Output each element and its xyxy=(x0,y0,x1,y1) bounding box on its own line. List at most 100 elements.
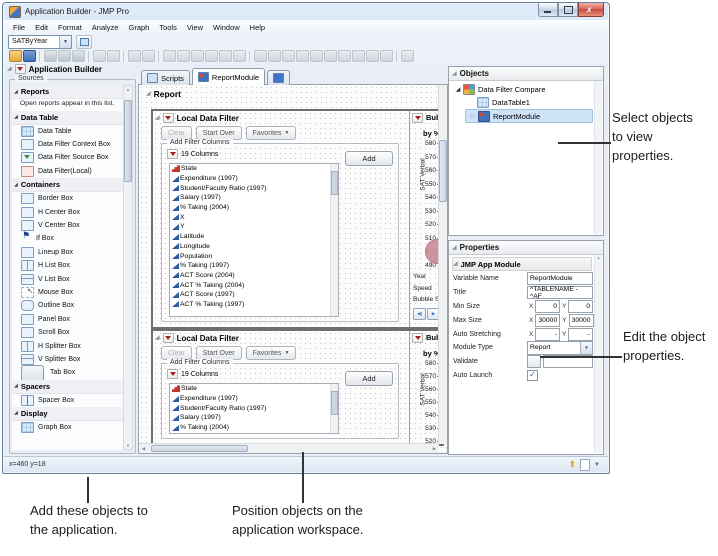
sidebar-item-tab-box[interactable]: Tab Box xyxy=(12,366,124,379)
start-over-button[interactable]: Start Over xyxy=(196,346,242,360)
delete-icon[interactable] xyxy=(380,50,393,62)
column-item-student-faculty-ratio-1997[interactable]: Student/Faculty Ratio (1997) xyxy=(170,403,338,413)
min-size-x-input[interactable]: 0 xyxy=(535,300,560,313)
favorites-button[interactable]: Favorites▼ xyxy=(246,126,297,140)
collapse-triangle-icon[interactable]: ◢ xyxy=(155,335,160,341)
column-item-student-faculty-ratio-1997[interactable]: Student/Faculty Ratio (1997) xyxy=(170,183,338,193)
sidebar-item-v-list-box[interactable]: V List Box xyxy=(12,272,124,285)
add-button[interactable]: Add xyxy=(345,151,393,166)
auto-launch-checkbox[interactable]: ✓ xyxy=(527,370,538,381)
column-item-taking-1997[interactable]: % Taking (1997) xyxy=(170,261,338,271)
menu-analyze[interactable]: Analyze xyxy=(87,23,124,32)
sidebar-item-outline-box[interactable]: Outline Box xyxy=(12,299,124,312)
report-preview-1[interactable]: ◢Local Data Filter Clear Start Over Favorit… xyxy=(151,109,444,329)
sidebar-item-panel-box[interactable]: Panel Box xyxy=(12,313,124,326)
sidebar-item-data-filter-source-box[interactable]: Data Filter Source Box xyxy=(12,151,124,164)
align-right-icon[interactable] xyxy=(191,50,204,62)
scroll-right-icon[interactable]: ▶ xyxy=(430,446,439,452)
jmp-app-module-header[interactable]: ◢ JMP App Module xyxy=(452,257,592,271)
auto-stretching-x-input[interactable]: - xyxy=(535,328,560,341)
ungroup-icon[interactable] xyxy=(352,50,365,62)
filter-columns-list[interactable]: StateExpenditure (1997)Student/Faculty R… xyxy=(169,163,339,317)
columns-count[interactable]: 19 Columns xyxy=(167,369,218,379)
combo-dropdown-icon[interactable]: ▼ xyxy=(59,36,71,48)
menu-help[interactable]: Help xyxy=(245,23,270,32)
menu-file[interactable]: File xyxy=(8,23,30,32)
min-size-y-input[interactable]: 0 xyxy=(568,300,593,313)
start-over-button[interactable]: Start Over xyxy=(196,126,242,140)
scrollbar-thumb[interactable] xyxy=(439,140,447,202)
scrollbar-thumb[interactable] xyxy=(124,100,132,182)
sidebar-item-h-splitter-box[interactable]: H Splitter Box xyxy=(12,339,124,352)
collapse-triangle-icon[interactable]: ◢ xyxy=(155,115,160,121)
status-home-icon[interactable]: ⬆ xyxy=(569,460,577,469)
variable-name-input[interactable]: ReportModule xyxy=(527,272,593,285)
red-triangle-menu-icon[interactable] xyxy=(163,113,174,123)
insert-right-icon[interactable] xyxy=(282,50,295,62)
minimize-button[interactable] xyxy=(538,3,558,17)
column-item-act-score-2004[interactable]: ACT Score (2004) xyxy=(170,271,338,281)
close-button[interactable]: x xyxy=(578,3,604,17)
dropdown-arrow-icon[interactable]: ▼ xyxy=(580,342,592,354)
scroll-up-icon[interactable]: ▲ xyxy=(124,86,132,93)
column-item-x[interactable]: X xyxy=(170,432,338,434)
run-application-icon[interactable] xyxy=(401,50,414,62)
add-column-icon[interactable] xyxy=(310,50,323,62)
sidebar-item-h-list-box[interactable]: H List Box xyxy=(12,259,124,272)
column-item-salary-1997[interactable]: Salary (1997) xyxy=(170,413,338,423)
data-table-combo[interactable]: SATByYear ▼ xyxy=(8,35,72,49)
workspace[interactable]: ◢ Report ◢Local Data Filter Clear Start Ov… xyxy=(138,84,448,454)
tree-item-reportmodule[interactable]: ▷ReportModule xyxy=(465,109,593,123)
tree-item-data-filter-compare[interactable]: ◢Data Filter Compare xyxy=(451,83,593,96)
collapsed-expander-icon[interactable]: ▷ xyxy=(468,113,478,120)
properties-scrollbar[interactable]: ▲ xyxy=(594,255,602,453)
sidebar-item-h-center-box[interactable]: H Center Box xyxy=(12,205,124,218)
add-button[interactable]: Add xyxy=(345,371,393,386)
menu-tools[interactable]: Tools xyxy=(154,23,182,32)
column-item-x[interactable]: X xyxy=(170,212,338,222)
properties-panel-header[interactable]: ◢ Properties xyxy=(449,241,603,255)
local-data-filter-header[interactable]: ◢Local Data Filter xyxy=(153,111,409,123)
column-item-longitude[interactable]: Longitude xyxy=(170,242,338,252)
red-triangle-menu-icon[interactable] xyxy=(167,369,178,379)
workspace-horizontal-scrollbar[interactable]: ◀ ▶ xyxy=(139,443,439,453)
columns-count[interactable]: 19 Columns xyxy=(167,149,218,159)
column-item-state[interactable]: State xyxy=(170,164,338,174)
menu-format[interactable]: Format xyxy=(53,23,87,32)
move-down-icon[interactable] xyxy=(142,50,155,62)
undo-icon[interactable] xyxy=(93,50,106,62)
step-back-button[interactable]: ◀| xyxy=(413,308,426,320)
menu-edit[interactable]: Edit xyxy=(30,23,53,32)
list-scrollbar[interactable] xyxy=(330,384,338,433)
collapse-triangle-icon[interactable]: ◢ xyxy=(452,245,457,251)
sidebar-section-spacers[interactable]: ◢Spacers xyxy=(12,380,124,394)
move-up-icon[interactable] xyxy=(128,50,141,62)
report-outline-header[interactable]: ◢ Report xyxy=(146,89,181,99)
title-bar[interactable]: Application Builder - JMP Pro x xyxy=(3,3,609,20)
open-icon[interactable] xyxy=(9,50,22,62)
column-item-expenditure-1997[interactable]: Expenditure (1997) xyxy=(170,394,338,404)
column-item-act-taking-2004[interactable]: ACT % Taking (2004) xyxy=(170,280,338,290)
redo-icon[interactable] xyxy=(107,50,120,62)
collapse-triangle-icon[interactable]: ◢ xyxy=(7,66,12,72)
sidebar-item-if-box[interactable]: If Box xyxy=(12,232,124,245)
status-document-icon[interactable] xyxy=(580,459,590,471)
filter-columns-list[interactable]: StateExpenditure (1997)Student/Faculty R… xyxy=(169,383,339,434)
column-item-population[interactable]: Population xyxy=(170,251,338,261)
paste-icon[interactable] xyxy=(72,50,85,62)
tab-new-module[interactable] xyxy=(267,70,290,85)
column-item-act-score-1997[interactable]: ACT Score (1997) xyxy=(170,290,338,300)
maximize-button[interactable] xyxy=(558,3,578,17)
align-left-icon[interactable] xyxy=(163,50,176,62)
list-scrollbar[interactable] xyxy=(330,164,338,316)
scroll-left-icon[interactable]: ◀ xyxy=(139,446,148,452)
insert-below-icon[interactable] xyxy=(296,50,309,62)
favorites-button[interactable]: Favorites▼ xyxy=(246,346,297,360)
new-data-table-icon[interactable] xyxy=(76,35,92,49)
column-item-state[interactable]: State xyxy=(170,384,338,394)
red-triangle-menu-icon[interactable] xyxy=(15,64,26,74)
column-item-act-taking-1997[interactable]: ACT % Taking (1997) xyxy=(170,300,338,310)
validate-button[interactable] xyxy=(527,355,541,368)
clear-button[interactable]: Clear xyxy=(161,126,192,140)
sidebar-item-data-filter-context-box[interactable]: Data Filter Context Box xyxy=(12,138,124,151)
